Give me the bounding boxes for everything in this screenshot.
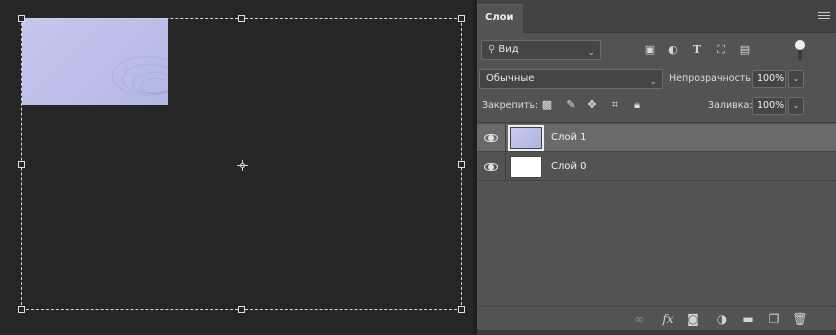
panel-header: Слои [477, 0, 836, 33]
panel-footer [477, 330, 836, 335]
fx-icon[interactable]: fx [660, 311, 676, 327]
transform-handle-bottom-right[interactable] [458, 306, 465, 313]
layer-filter-select[interactable]: ⚲ Вид ⌄ [481, 40, 601, 60]
transform-handle-top-right[interactable] [458, 15, 465, 22]
chevron-down-icon: ⌄ [587, 48, 595, 58]
smart-object-filter-icon[interactable]: ▤ [738, 44, 752, 56]
filter-toggle-switch[interactable] [795, 40, 805, 50]
layer-row-layer-0[interactable]: Слой 0 [477, 153, 836, 181]
layer-row-layer-1[interactable]: Слой 1 [477, 124, 836, 152]
fill-label: Заливка: [708, 100, 753, 111]
shape-filter-icon[interactable]: ⛶ [714, 44, 728, 56]
layers-panel: Слои ⚲ Вид ⌄ ▣ ◐ T ⛶ ▤ Обычные ⌄ Непрозра… [477, 0, 836, 335]
link-layers-icon[interactable]: ∞ [631, 311, 647, 327]
panel-divider [477, 122, 836, 123]
opacity-input[interactable]: 100% [752, 70, 786, 88]
blend-mode-value: Обычные [486, 73, 535, 84]
transform-handle-middle-left[interactable] [18, 161, 25, 168]
search-icon: ⚲ [488, 44, 496, 55]
adjustment-layer-icon[interactable]: ◑ [714, 311, 730, 327]
image-filter-icon[interactable]: ▣ [643, 44, 657, 56]
layer-filter-label: Вид [498, 44, 519, 55]
layers-bottom-toolbar: ∞ fx ◙ ◑ ▬ ❐ 🗑︎ [477, 306, 836, 330]
tab-layers[interactable]: Слои [477, 4, 523, 33]
add-mask-icon[interactable]: ◙ [685, 311, 701, 327]
lock-position-icon[interactable]: ✥ [585, 98, 599, 112]
transform-handle-middle-right[interactable] [458, 161, 465, 168]
transform-handle-top-middle[interactable] [238, 15, 245, 22]
visibility-separator [505, 153, 506, 181]
opacity-label: Непрозрачность: [669, 73, 755, 84]
layer-thumbnail[interactable] [508, 125, 544, 151]
transform-handle-bottom-left[interactable] [18, 306, 25, 313]
eye-icon[interactable] [484, 161, 498, 173]
transform-handle-top-left[interactable] [18, 15, 25, 22]
document-canvas[interactable] [0, 0, 473, 335]
layer-name[interactable]: Слой 1 [551, 124, 587, 152]
transform-reference-point[interactable] [237, 160, 248, 171]
new-group-icon[interactable]: ▬ [740, 311, 756, 327]
lock-transparent-pixels-icon[interactable]: ▩ [540, 98, 554, 112]
lock-label: Закрепить: [482, 100, 539, 111]
transform-handle-bottom-middle[interactable] [238, 306, 245, 313]
lock-all-icon[interactable]: 🔒︎ [630, 98, 644, 112]
fill-input[interactable]: 100% [752, 97, 786, 115]
layer-thumbnail[interactable] [510, 156, 542, 178]
lock-image-pixels-icon[interactable]: ✎ [564, 98, 578, 112]
chevron-down-icon: ⌄ [649, 77, 657, 87]
lock-artboard-icon[interactable]: ⌗ [608, 98, 622, 112]
eye-icon[interactable] [484, 132, 498, 144]
new-layer-icon[interactable]: ❐ [766, 311, 782, 327]
visibility-separator [505, 124, 506, 152]
opacity-slider-button[interactable]: ⌄ [788, 70, 804, 88]
delete-icon[interactable]: 🗑︎ [792, 311, 808, 327]
fill-slider-button[interactable]: ⌄ [788, 97, 804, 115]
blend-mode-select[interactable]: Обычные ⌄ [479, 69, 663, 89]
layer-name[interactable]: Слой 0 [551, 153, 587, 181]
panel-menu-icon[interactable] [818, 12, 830, 22]
text-filter-icon[interactable]: T [690, 44, 704, 56]
adjustment-filter-icon[interactable]: ◐ [666, 44, 680, 56]
